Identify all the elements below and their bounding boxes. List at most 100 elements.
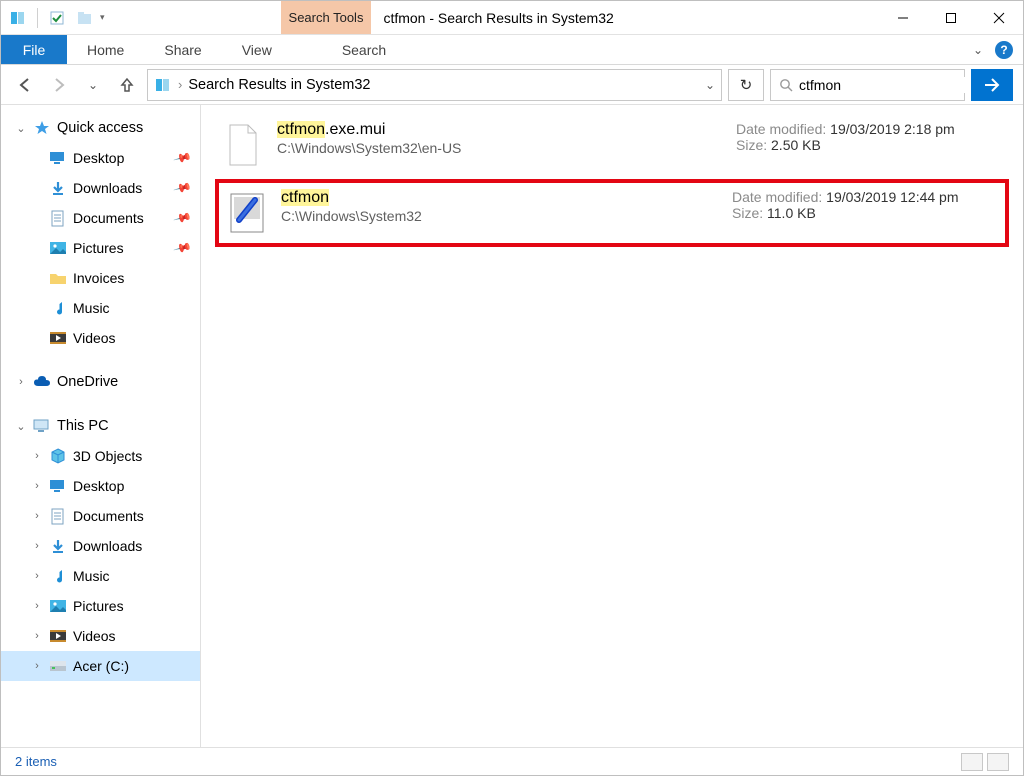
properties-icon[interactable]	[48, 9, 66, 27]
sidebar-item-3d-objects[interactable]: ›3D Objects	[1, 441, 200, 471]
sidebar-item-music[interactable]: ›Music	[1, 561, 200, 591]
address-dropdown-icon[interactable]: ⌄	[705, 78, 715, 92]
sidebar-item-documents[interactable]: ›Documents	[1, 501, 200, 531]
refresh-button[interactable]: ↻	[728, 69, 764, 101]
star-icon	[33, 119, 51, 137]
results-list[interactable]: ctfmon.exe.muiC:\Windows\System32\en-US D…	[201, 105, 1023, 747]
breadcrumb-location[interactable]: Search Results in System32	[188, 77, 370, 93]
sidebar-item-acer-c-[interactable]: ›Acer (C:)	[1, 651, 200, 681]
sidebar-item-music[interactable]: ›Music	[1, 293, 200, 323]
search-result[interactable]: ctfmonC:\Windows\System32Date modified: …	[215, 179, 1009, 247]
tab-home[interactable]: Home	[67, 35, 144, 64]
chevron-right-icon[interactable]: ›	[31, 540, 43, 552]
result-date: Date modified: 19/03/2019 2:18 pm	[736, 121, 1001, 137]
sidebar-item-invoices[interactable]: ›Invoices	[1, 263, 200, 293]
address-bar[interactable]: › Search Results in System32 ⌄	[147, 69, 722, 101]
documents-icon	[49, 507, 67, 525]
pc-icon	[33, 417, 51, 435]
downloads-icon	[49, 179, 67, 197]
contextual-tab-search-tools[interactable]: Search Tools	[281, 1, 372, 34]
sidebar-item-onedrive[interactable]: › OneDrive	[1, 367, 200, 397]
downloads-icon	[49, 537, 67, 555]
search-input[interactable]	[799, 77, 980, 93]
search-result[interactable]: ctfmon.exe.muiC:\Windows\System32\en-US D…	[215, 115, 1009, 175]
forward-button[interactable]	[45, 71, 73, 99]
up-button[interactable]	[113, 71, 141, 99]
navigation-pane[interactable]: ⌄ Quick access ›Desktop📌›Downloads📌›Docu…	[1, 105, 201, 747]
result-filename: ctfmon.exe.mui	[277, 121, 722, 139]
tab-view[interactable]: View	[222, 35, 292, 64]
cloud-icon	[33, 373, 51, 391]
search-go-button[interactable]	[971, 69, 1013, 101]
3d-icon	[49, 447, 67, 465]
new-folder-icon[interactable]	[76, 9, 94, 27]
pin-icon: 📌	[173, 238, 193, 258]
documents-icon	[49, 209, 67, 227]
result-filename: ctfmon	[281, 189, 718, 207]
sidebar-item-downloads[interactable]: ›Downloads	[1, 531, 200, 561]
result-size: Size: 11.0 KB	[732, 205, 997, 221]
quick-access-toolbar: ▾	[1, 1, 111, 34]
sidebar-item-videos[interactable]: ›Videos	[1, 621, 200, 651]
desktop-icon	[49, 477, 67, 495]
tab-search[interactable]: Search	[322, 35, 406, 64]
sidebar-item-documents[interactable]: ›Documents📌	[1, 203, 200, 233]
sidebar-item-videos[interactable]: ›Videos	[1, 323, 200, 353]
sidebar-item-desktop[interactable]: ›Desktop	[1, 471, 200, 501]
sidebar-item-quick-access[interactable]: ⌄ Quick access	[1, 113, 200, 143]
desktop-icon	[49, 149, 67, 167]
pictures-icon	[49, 239, 67, 257]
navigation-bar: ⌄ › Search Results in System32 ⌄ ↻ ✕	[1, 65, 1023, 105]
chevron-right-icon[interactable]: ›	[15, 376, 27, 388]
result-path: C:\Windows\System32\en-US	[277, 140, 722, 156]
pin-icon: 📌	[173, 208, 193, 228]
recent-locations-dropdown[interactable]: ⌄	[79, 71, 107, 99]
folder-icon	[49, 269, 67, 287]
qat-dropdown-icon[interactable]: ▾	[100, 12, 105, 23]
drive-icon	[49, 657, 67, 675]
file-tab[interactable]: File	[1, 35, 67, 64]
result-path: C:\Windows\System32	[281, 208, 718, 224]
chevron-down-icon[interactable]: ⌄	[15, 122, 27, 135]
chevron-right-icon[interactable]: ›	[31, 510, 43, 522]
app-icon[interactable]	[9, 9, 27, 27]
chevron-right-icon[interactable]: ›	[31, 630, 43, 642]
music-icon	[49, 299, 67, 317]
chevron-right-icon[interactable]: ›	[31, 660, 43, 672]
pictures-icon	[49, 597, 67, 615]
status-bar: 2 items	[1, 747, 1023, 775]
sidebar-item-pictures[interactable]: ›Pictures📌	[1, 233, 200, 263]
details-view-button[interactable]	[961, 753, 983, 771]
chevron-right-icon[interactable]: ›	[31, 570, 43, 582]
file-icon	[227, 189, 267, 237]
pin-icon: 📌	[173, 178, 193, 198]
maximize-button[interactable]	[927, 1, 975, 35]
sidebar-item-pictures[interactable]: ›Pictures	[1, 591, 200, 621]
tab-share[interactable]: Share	[144, 35, 221, 64]
status-item-count: 2 items	[15, 754, 57, 769]
sidebar-item-desktop[interactable]: ›Desktop📌	[1, 143, 200, 173]
close-button[interactable]	[975, 1, 1023, 35]
search-icon	[779, 78, 793, 92]
minimize-button[interactable]	[879, 1, 927, 35]
ribbon-tabs: File Home Share View Search ⌄ ?	[1, 35, 1023, 65]
breadcrumb-separator-icon: ›	[178, 77, 182, 92]
ribbon-collapse-icon[interactable]: ⌄	[973, 43, 983, 57]
chevron-right-icon[interactable]: ›	[31, 450, 43, 462]
file-icon	[223, 121, 263, 169]
window-title: ctfmon - Search Results in System32	[371, 1, 879, 34]
sidebar-item-this-pc[interactable]: ⌄ This PC	[1, 411, 200, 441]
thumbnails-view-button[interactable]	[987, 753, 1009, 771]
chevron-down-icon[interactable]: ⌄	[15, 420, 27, 433]
back-button[interactable]	[11, 71, 39, 99]
help-icon[interactable]: ?	[995, 41, 1013, 59]
search-box[interactable]: ✕	[770, 69, 965, 101]
chevron-right-icon[interactable]: ›	[31, 600, 43, 612]
pin-icon: 📌	[173, 148, 193, 168]
result-size: Size: 2.50 KB	[736, 137, 1001, 153]
videos-icon	[49, 329, 67, 347]
titlebar: ▾ Search Tools ctfmon - Search Results i…	[1, 1, 1023, 35]
explorer-window: ▾ Search Tools ctfmon - Search Results i…	[0, 0, 1024, 776]
sidebar-item-downloads[interactable]: ›Downloads📌	[1, 173, 200, 203]
chevron-right-icon[interactable]: ›	[31, 480, 43, 492]
